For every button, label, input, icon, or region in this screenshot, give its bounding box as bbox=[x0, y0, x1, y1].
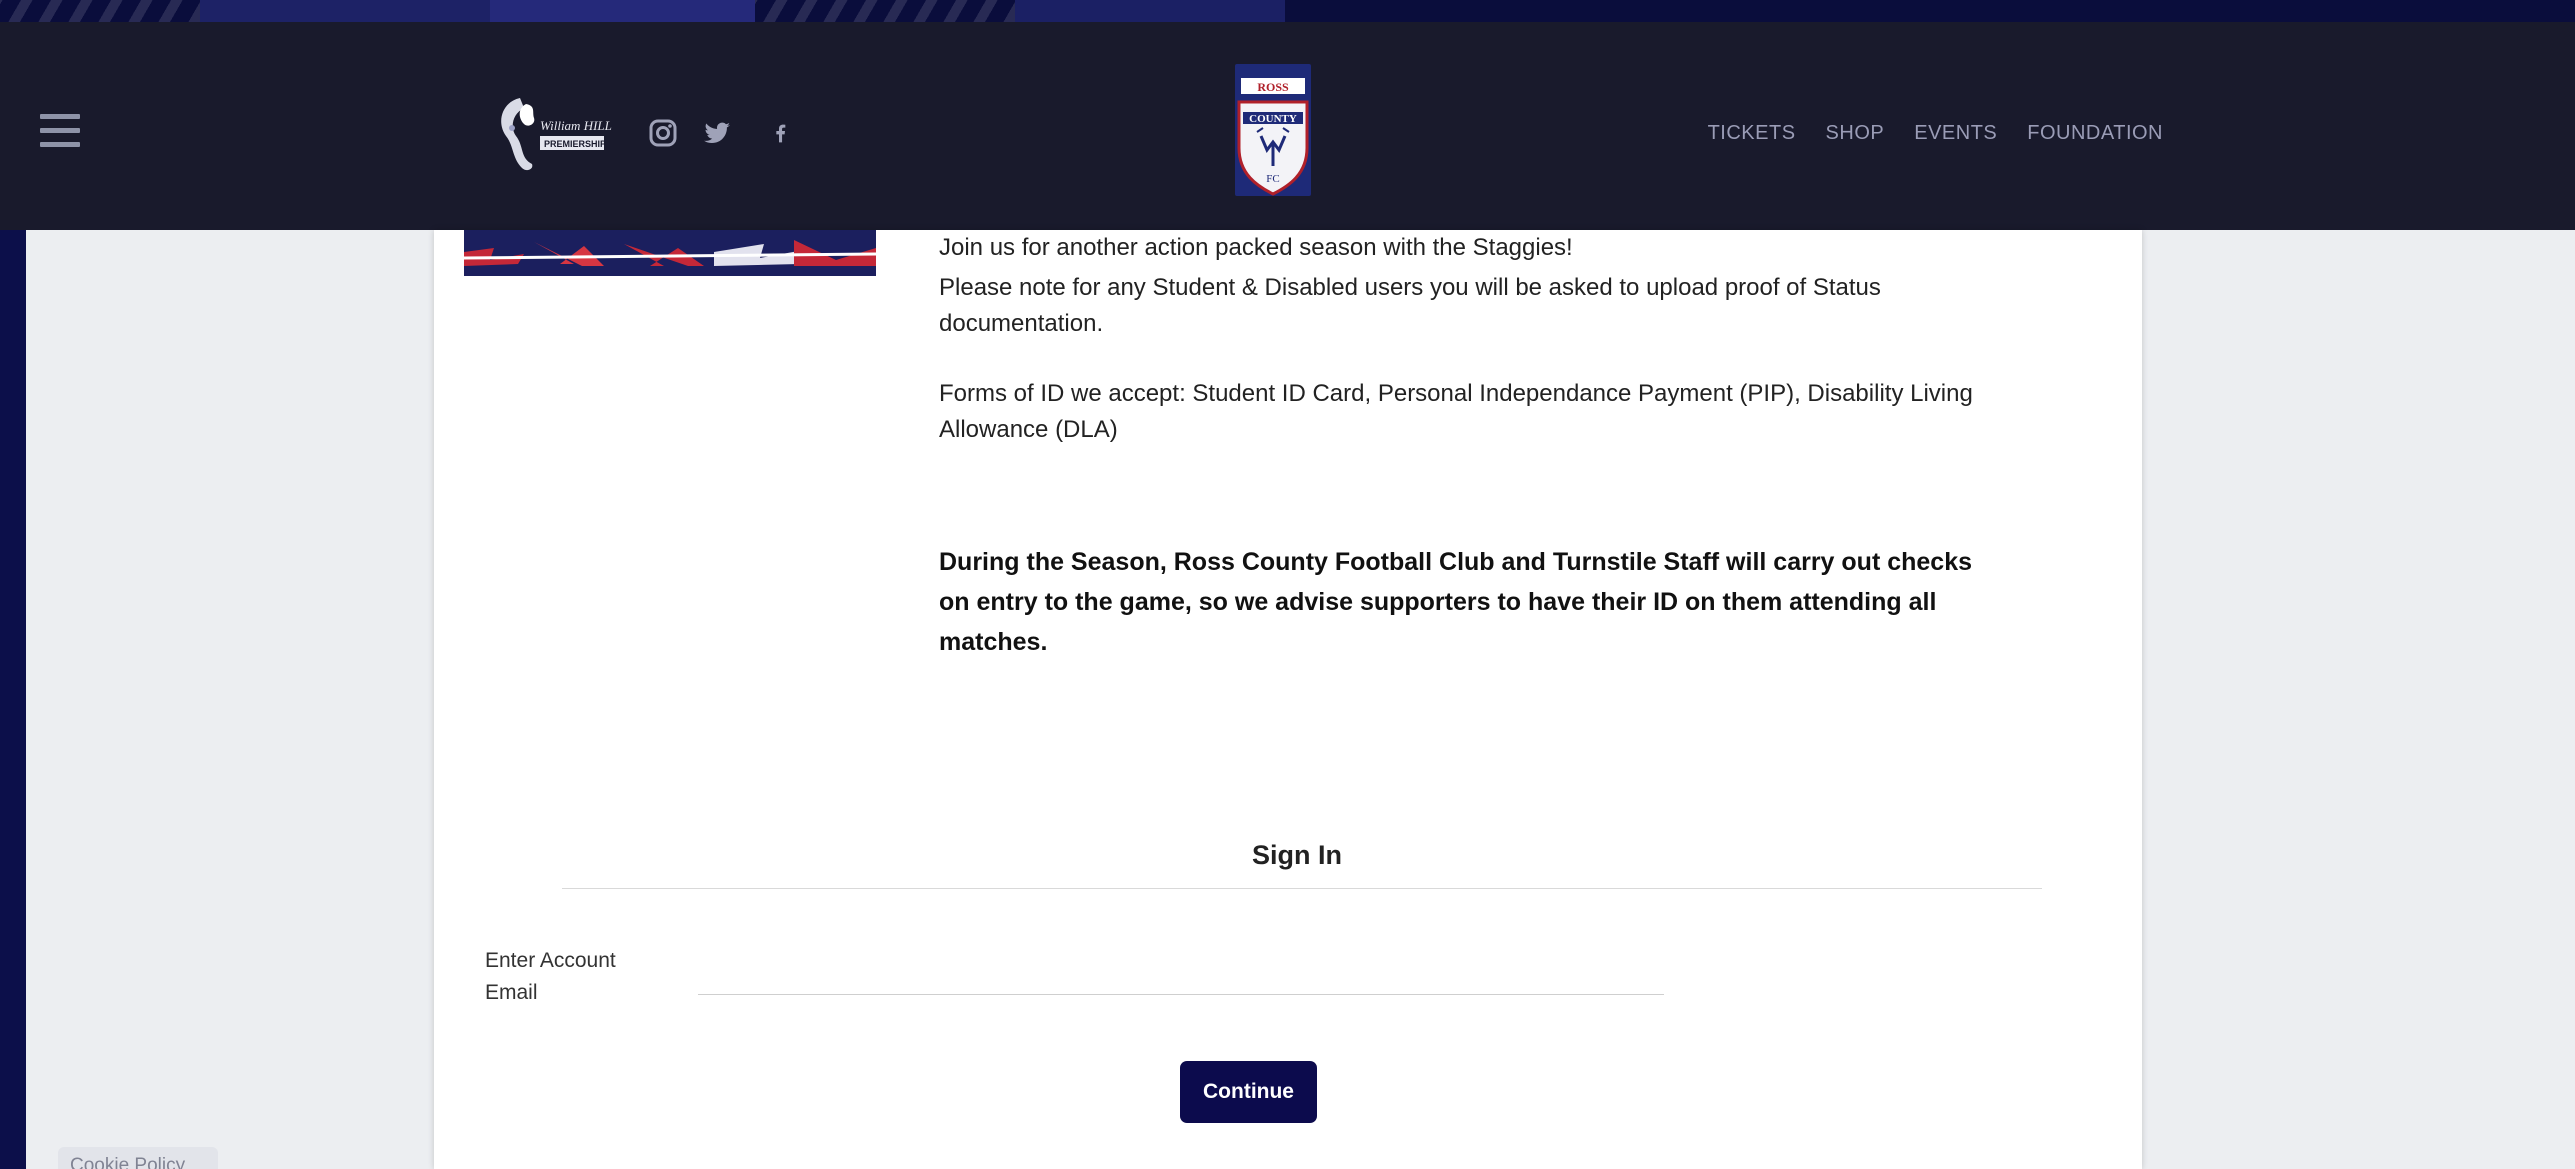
season-banner-image bbox=[464, 230, 876, 286]
svg-text:ROSS: ROSS bbox=[1257, 80, 1289, 94]
band-stripe bbox=[755, 0, 1015, 22]
main-nav: TICKETS SHOP EVENTS FOUNDATION bbox=[1678, 122, 2163, 145]
upload-note-text: Please note for any Student & Disabled u… bbox=[939, 274, 1881, 337]
nav-foundation[interactable]: FOUNDATION bbox=[2027, 122, 2163, 145]
email-field-label: Enter Account Email bbox=[485, 949, 616, 1004]
email-field[interactable] bbox=[698, 960, 1664, 995]
facebook-icon[interactable] bbox=[771, 118, 791, 148]
instagram-icon[interactable] bbox=[648, 118, 678, 148]
ross-county-crest[interactable]: ROSS COUNTY FC bbox=[1233, 62, 1313, 198]
svg-text:COUNTY: COUNTY bbox=[1249, 113, 1297, 125]
divider bbox=[562, 888, 2042, 889]
forms-of-id-text: Forms of ID we accept: Student ID Card, … bbox=[939, 380, 1973, 443]
continue-button[interactable]: Continue bbox=[1180, 1061, 1317, 1123]
top-decorative-band bbox=[0, 0, 2575, 22]
svg-text:FC: FC bbox=[1266, 173, 1279, 185]
band-block bbox=[200, 0, 490, 22]
band-block bbox=[1015, 0, 1285, 22]
sign-in-title: Sign In bbox=[1252, 840, 1342, 870]
intro-text: Join us for another action packed season… bbox=[939, 234, 1573, 261]
twitter-icon[interactable] bbox=[700, 118, 734, 148]
content-card bbox=[434, 230, 2142, 1169]
nav-shop[interactable]: SHOP bbox=[1826, 122, 1885, 145]
band-block bbox=[490, 0, 755, 22]
cookie-policy-tab[interactable]: Cookie Policy bbox=[58, 1147, 218, 1169]
site-header: William HILL PREMIERSHIP ROSS COUNTY FC … bbox=[0, 22, 2575, 230]
svg-text:William HILL: William HILL bbox=[540, 118, 612, 133]
svg-text:PREMIERSHIP: PREMIERSHIP bbox=[544, 139, 606, 149]
menu-icon[interactable] bbox=[40, 114, 80, 148]
nav-events[interactable]: EVENTS bbox=[1914, 122, 1997, 145]
id-check-warning: During the Season, Ross County Football … bbox=[939, 548, 1973, 656]
band-stripe bbox=[0, 0, 200, 22]
premiership-logo[interactable]: William HILL PREMIERSHIP bbox=[492, 88, 632, 178]
nav-tickets[interactable]: TICKETS bbox=[1708, 122, 1796, 145]
